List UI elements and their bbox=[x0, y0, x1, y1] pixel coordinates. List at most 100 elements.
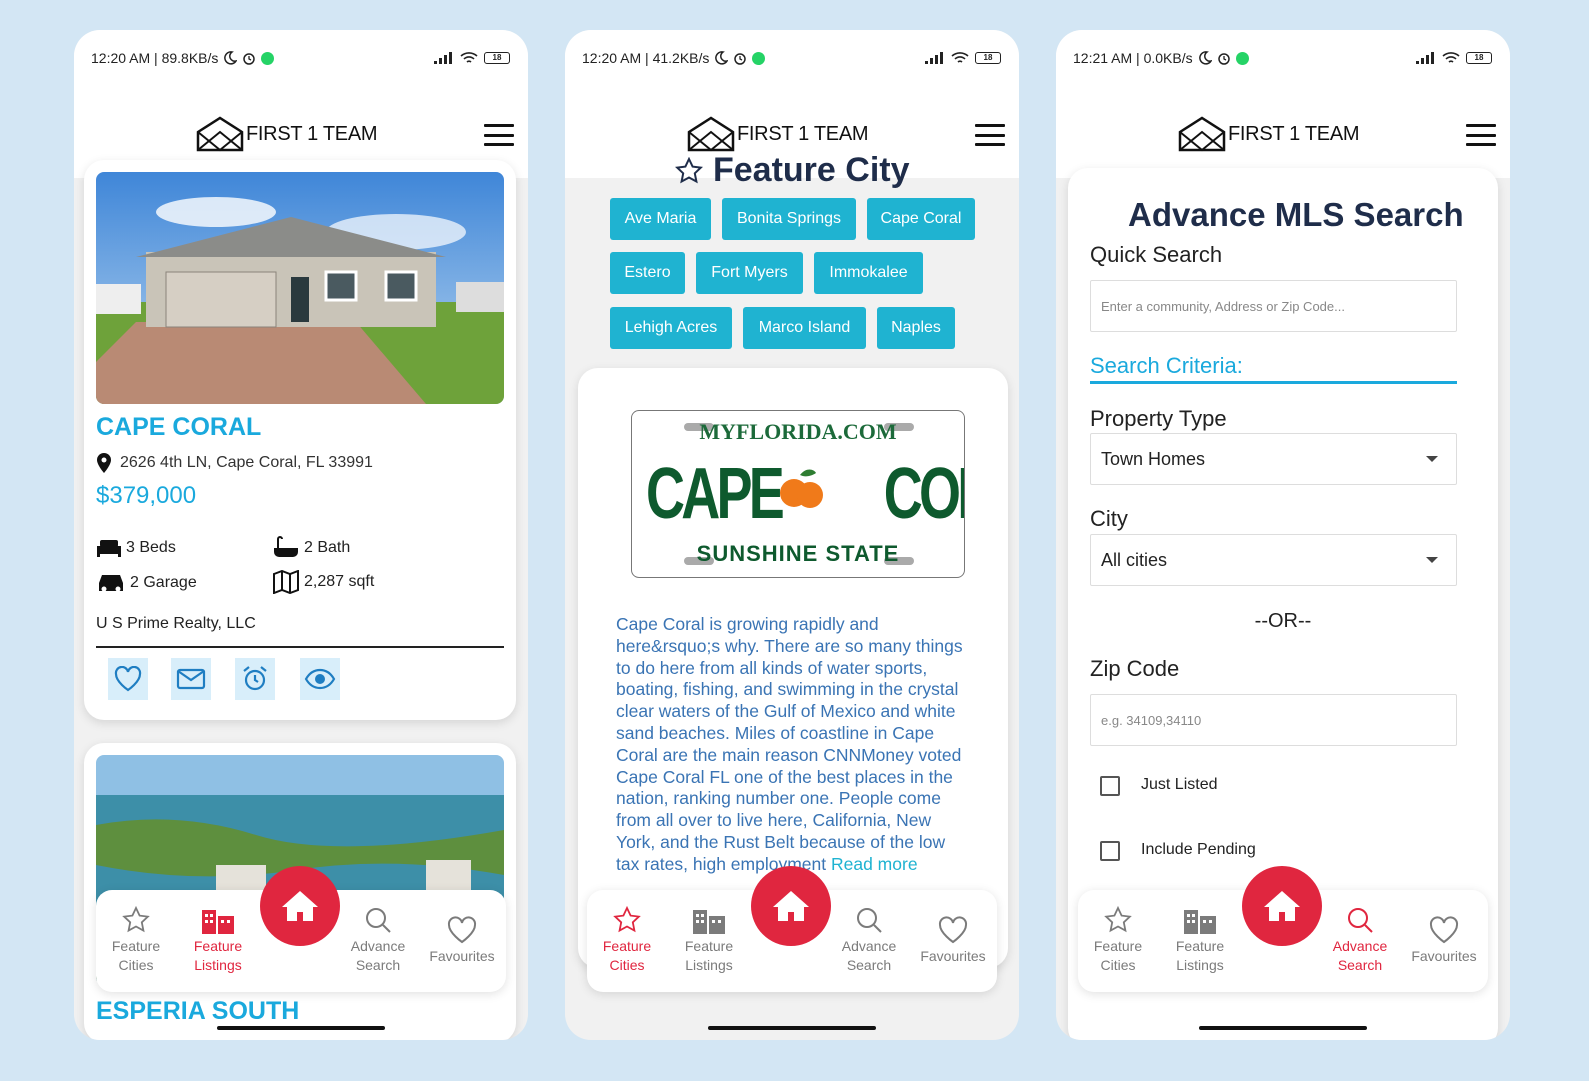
listing-photo[interactable] bbox=[96, 172, 504, 404]
status-time: 12:21 AM | 0.0KB/s bbox=[1073, 50, 1193, 66]
phone-feature-listings: 12:20 AM | 89.8KB/s 18 FIRST 1 TEAM CAPE… bbox=[74, 30, 528, 1040]
battery-icon: 18 bbox=[975, 52, 1001, 64]
just-listed-checkbox[interactable] bbox=[1100, 776, 1120, 796]
nav-advance-search[interactable]: Advance Search bbox=[338, 906, 418, 975]
heart-icon bbox=[447, 916, 477, 944]
home-icon bbox=[282, 891, 318, 921]
home-button[interactable] bbox=[260, 866, 340, 946]
moon-icon bbox=[1198, 51, 1212, 65]
eye-icon bbox=[304, 668, 336, 690]
listing-address-row: 2626 4th LN, Cape Coral, FL 33991 bbox=[96, 452, 373, 474]
heart-icon bbox=[114, 666, 142, 692]
beds-info: 3 Beds bbox=[96, 538, 176, 558]
city-chip[interactable]: Bonita Springs bbox=[722, 198, 856, 240]
whatsapp-icon bbox=[752, 51, 766, 65]
city-chip[interactable]: Fort Myers bbox=[696, 252, 803, 294]
moon-icon bbox=[715, 51, 729, 65]
city-chip[interactable]: Naples bbox=[877, 307, 955, 349]
nav-feature-cities[interactable]: Feature Cities bbox=[96, 906, 176, 975]
alarm-icon bbox=[734, 53, 747, 65]
city-select[interactable]: All cities bbox=[1090, 534, 1457, 586]
gesture-bar[interactable] bbox=[708, 1026, 876, 1030]
wifi-icon bbox=[460, 52, 478, 63]
star-icon bbox=[613, 906, 641, 933]
quick-search-input[interactable]: Enter a community, Address or Zip Code..… bbox=[1090, 280, 1457, 332]
license-plate-image: MYFLORIDA.COM CAPE CORAL SUNSHINE STATE bbox=[631, 410, 965, 578]
app-header: FIRST 1 TEAM bbox=[1056, 86, 1510, 178]
battery-icon: 18 bbox=[1466, 52, 1492, 64]
brand-name: FIRST 1 TEAM bbox=[246, 122, 378, 145]
alarm-icon bbox=[1217, 53, 1230, 65]
search-icon bbox=[1348, 908, 1373, 933]
zip-code-input[interactable]: e.g. 34109,34110 bbox=[1090, 694, 1457, 746]
nav-feature-cities[interactable]: Feature Cities bbox=[587, 906, 667, 975]
status-bar: 12:20 AM | 89.8KB/s 18 bbox=[74, 30, 528, 86]
nav-favourites[interactable]: Favourites bbox=[422, 916, 502, 966]
bottom-nav: Feature Cities Feature Listings Advance … bbox=[587, 866, 997, 992]
listing-city[interactable]: ESPERIA SOUTH bbox=[96, 997, 299, 1026]
nav-favourites[interactable]: Favourites bbox=[913, 916, 993, 966]
favourite-button[interactable] bbox=[108, 658, 148, 700]
read-more-link[interactable]: Read more bbox=[831, 854, 918, 874]
brand-logo[interactable]: FIRST 1 TEAM bbox=[196, 116, 378, 152]
sqft-info: 2,287 sqft bbox=[272, 570, 374, 594]
whatsapp-icon bbox=[1235, 51, 1249, 65]
city-description: Cape Coral is growing rapidly and here&r… bbox=[616, 614, 963, 874]
nav-feature-listings[interactable]: Feature Listings bbox=[669, 906, 749, 975]
phone-advance-search: 12:21 AM | 0.0KB/s 18 FIRST 1 TEAM Advan… bbox=[1056, 30, 1510, 1040]
include-pending-checkbox[interactable] bbox=[1100, 841, 1120, 861]
status-bar: 12:20 AM | 41.2KB/s 18 bbox=[565, 30, 1019, 86]
or-separator: --OR-- bbox=[1254, 610, 1312, 632]
search-icon bbox=[366, 908, 391, 933]
status-bar: 12:21 AM | 0.0KB/s 18 bbox=[1056, 30, 1510, 86]
brand-logo[interactable]: FIRST 1 TEAM bbox=[1178, 116, 1360, 152]
home-button[interactable] bbox=[1242, 866, 1322, 946]
city-chip[interactable]: Cape Coral bbox=[867, 198, 975, 240]
bed-icon bbox=[97, 540, 121, 557]
listing-city[interactable]: CAPE CORAL bbox=[96, 413, 261, 442]
listing-address: 2626 4th LN, Cape Coral, FL 33991 bbox=[120, 454, 373, 471]
phone-feature-city: 12:20 AM | 41.2KB/s 18 FIRST 1 TEAM Feat… bbox=[565, 30, 1019, 1040]
listing-card[interactable]: CAPE CORAL 2626 4th LN, Cape Coral, FL 3… bbox=[84, 160, 516, 720]
menu-icon[interactable] bbox=[1466, 124, 1496, 146]
view-button[interactable] bbox=[300, 658, 340, 700]
alarm-icon bbox=[243, 53, 256, 65]
menu-icon[interactable] bbox=[975, 124, 1005, 146]
car-icon bbox=[99, 575, 123, 592]
nav-feature-cities[interactable]: Feature Cities bbox=[1078, 906, 1158, 975]
house-logo-icon bbox=[196, 116, 244, 152]
menu-icon[interactable] bbox=[484, 124, 514, 146]
nav-feature-listings[interactable]: Feature Listings bbox=[178, 906, 258, 975]
city-chip[interactable]: Estero bbox=[610, 252, 685, 294]
listing-price: $379,000 bbox=[96, 482, 197, 509]
email-button[interactable] bbox=[171, 658, 211, 700]
gesture-bar[interactable] bbox=[1199, 1026, 1367, 1030]
city-chip[interactable]: Marco Island bbox=[743, 307, 866, 349]
city-chip[interactable]: Lehigh Acres bbox=[610, 307, 732, 349]
quick-search-label: Quick Search bbox=[1090, 242, 1223, 267]
alarm-button[interactable] bbox=[235, 658, 275, 700]
plate-top-text: MYFLORIDA.COM bbox=[699, 419, 897, 444]
zip-code-label: Zip Code bbox=[1090, 656, 1180, 681]
heart-icon bbox=[938, 916, 968, 944]
city-chip[interactable]: Immokalee bbox=[814, 252, 923, 294]
status-time: 12:20 AM | 41.2KB/s bbox=[582, 50, 710, 66]
nav-advance-search[interactable]: Advance Search bbox=[829, 906, 909, 975]
bathtub-icon bbox=[274, 536, 298, 557]
city-chip[interactable]: Ave Maria bbox=[610, 198, 711, 240]
property-type-select[interactable]: Town Homes bbox=[1090, 433, 1457, 485]
bottom-nav: Feature Cities Feature Listings Advance … bbox=[1078, 866, 1488, 992]
star-icon bbox=[122, 906, 150, 933]
nav-advance-search[interactable]: Advance Search bbox=[1320, 906, 1400, 975]
map-icon bbox=[273, 570, 299, 594]
buildings-icon bbox=[202, 910, 234, 934]
brand-logo[interactable]: FIRST 1 TEAM bbox=[687, 116, 869, 152]
nav-favourites[interactable]: Favourites bbox=[1404, 916, 1484, 966]
status-time: 12:20 AM | 89.8KB/s bbox=[91, 50, 219, 66]
gesture-bar[interactable] bbox=[217, 1026, 385, 1030]
city-label: City bbox=[1090, 506, 1128, 531]
nav-feature-listings[interactable]: Feature Listings bbox=[1160, 906, 1240, 975]
home-button[interactable] bbox=[751, 866, 831, 946]
location-pin-icon bbox=[97, 453, 111, 473]
heart-icon bbox=[1429, 916, 1459, 944]
